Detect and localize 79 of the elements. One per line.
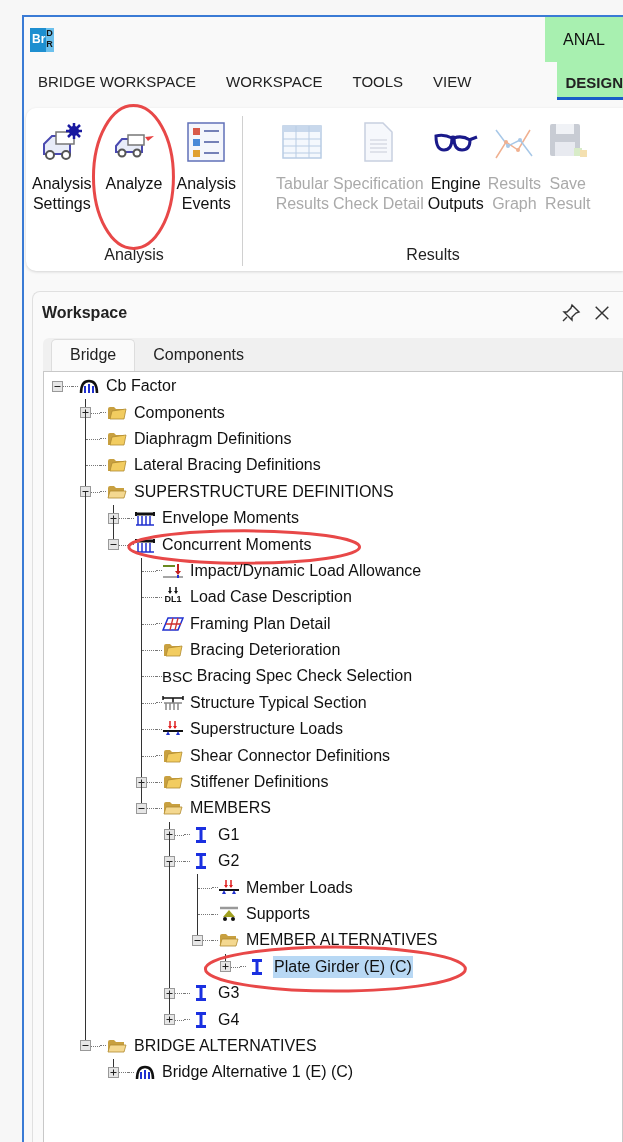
tree-item[interactable]: Plate Girder (E) (C) xyxy=(273,955,413,978)
expand-icon[interactable] xyxy=(164,829,175,841)
tree-item[interactable]: Bracing Spec Check Selection xyxy=(195,665,414,688)
section-icon xyxy=(162,694,184,711)
folder-icon xyxy=(106,404,128,421)
tree-item[interactable]: Envelope Moments xyxy=(161,507,300,530)
tree-item[interactable]: Superstructure Loads xyxy=(189,718,344,741)
beam-loads-icon xyxy=(218,879,240,896)
tree-item[interactable]: MEMBER ALTERNATIVES xyxy=(245,929,439,952)
collapse-icon[interactable] xyxy=(192,934,203,946)
tree-item[interactable]: Shear Connector Definitions xyxy=(189,744,392,767)
tree-item[interactable]: Bracing Deterioration xyxy=(189,639,342,662)
tree-item[interactable]: Member Loads xyxy=(245,876,354,899)
menu-tab[interactable]: TOOLS xyxy=(352,64,404,98)
context-tab-title: ANAL xyxy=(563,30,605,49)
ribbon-button[interactable]: Analysis Events xyxy=(174,118,239,218)
menu-tab[interactable]: DESIGN xyxy=(557,62,623,100)
expand-icon[interactable] xyxy=(164,987,175,999)
arch-bridge-icon xyxy=(134,1064,156,1081)
expand-icon[interactable] xyxy=(220,961,231,973)
open-folder-icon xyxy=(218,932,240,949)
tree-item[interactable]: G4 xyxy=(217,1008,241,1031)
collapse-icon[interactable] xyxy=(80,486,91,498)
expand-icon[interactable] xyxy=(164,1014,175,1026)
arch-bridge-icon xyxy=(78,378,100,395)
tree-item[interactable]: Cb Factor xyxy=(105,375,178,398)
support-icon xyxy=(218,906,240,922)
grid-plan-icon xyxy=(162,615,184,632)
tree-item[interactable]: MEMBERS xyxy=(189,797,272,820)
folder-icon xyxy=(106,430,128,447)
ribbon-button[interactable]: Engine Outputs xyxy=(425,118,486,218)
tree-item[interactable]: Framing Plan Detail xyxy=(189,612,332,635)
folder-icon xyxy=(162,774,184,791)
tree-item[interactable]: Supports xyxy=(245,903,312,925)
beam-loads-icon xyxy=(162,721,184,738)
open-folder-icon xyxy=(106,483,128,500)
load-arrow-icon xyxy=(162,562,184,579)
open-folder-icon xyxy=(162,800,184,817)
tree-item[interactable]: Stiffener Definitions xyxy=(189,771,330,794)
tree-item[interactable]: Structure Typical Section xyxy=(189,691,368,714)
collapse-icon[interactable] xyxy=(136,802,147,814)
beam-icon xyxy=(134,536,156,553)
tree-item[interactable]: Components xyxy=(133,401,226,424)
panel-tab[interactable]: Components xyxy=(135,340,262,371)
expand-icon[interactable] xyxy=(136,776,147,788)
folder-icon xyxy=(162,747,184,764)
ribbon-group-label: Analysis xyxy=(104,246,164,264)
expand-icon[interactable] xyxy=(80,407,91,419)
tree-item[interactable]: Bridge Alternative 1 (E) (C) xyxy=(161,1061,355,1084)
panel-tab[interactable]: Bridge xyxy=(51,339,136,371)
tree-item[interactable]: G1 xyxy=(217,823,241,846)
folder-icon xyxy=(106,457,128,474)
expand-icon[interactable] xyxy=(108,512,119,524)
panel-title: Workspace xyxy=(42,304,128,322)
tree-item[interactable]: Diaphragm Definitions xyxy=(133,427,293,450)
folder-icon xyxy=(162,642,184,659)
tree-item[interactable]: Load Case Description xyxy=(189,586,353,609)
menu-tab[interactable]: WORKSPACE xyxy=(226,64,323,98)
ribbon-group-label: Results xyxy=(406,246,460,264)
collapse-icon[interactable] xyxy=(164,855,175,867)
open-folder-icon xyxy=(106,1037,128,1054)
collapse-icon[interactable] xyxy=(52,380,63,392)
tree-item[interactable]: Lateral Bracing Definitions xyxy=(133,454,322,477)
tree-item[interactable]: Impact/Dynamic Load Allowance xyxy=(189,559,423,582)
table-icon xyxy=(280,122,325,162)
tree-item[interactable]: SUPERSTRUCTURE DEFINITIONS xyxy=(133,480,395,503)
menu-tab[interactable]: VIEW xyxy=(433,64,472,98)
pin-icon[interactable] xyxy=(561,303,581,323)
expand-icon[interactable] xyxy=(108,1066,119,1078)
collapse-icon[interactable] xyxy=(80,1040,91,1052)
collapse-icon[interactable] xyxy=(108,539,119,551)
close-icon[interactable] xyxy=(593,304,611,322)
ribbon-button[interactable]: Analysis Settings xyxy=(30,118,94,218)
tree-item[interactable]: G2 xyxy=(217,850,241,873)
text-icon: BSC xyxy=(162,668,193,685)
menu-tab[interactable]: BRIDGE WORKSPACE xyxy=(38,64,197,98)
beam-icon xyxy=(134,510,156,527)
tree-item[interactable]: G3 xyxy=(217,982,241,1005)
tree-item[interactable]: BRIDGE ALTERNATIVES xyxy=(133,1034,318,1057)
